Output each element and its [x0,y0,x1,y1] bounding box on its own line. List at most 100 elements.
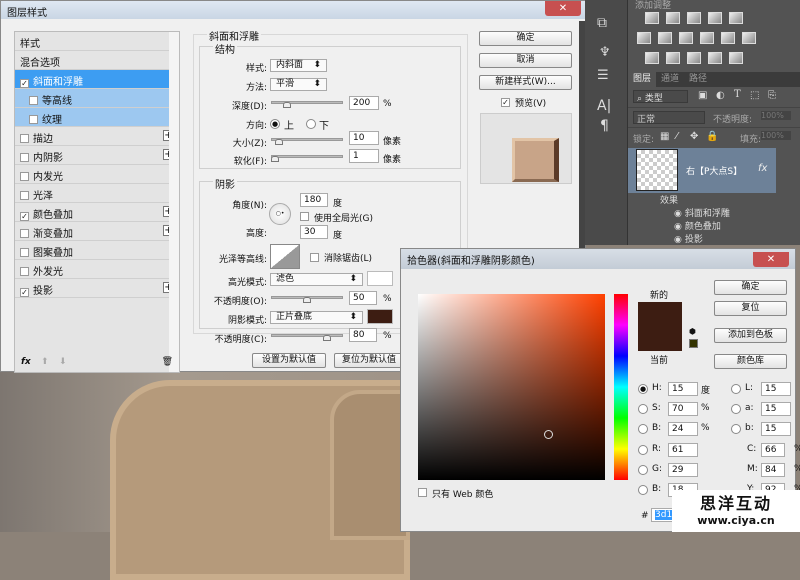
method-select[interactable]: 平滑 ⬍ [270,78,327,91]
color-mode-radio-a[interactable] [731,404,741,414]
style-select[interactable]: 内斜面 ⬍ [270,59,327,72]
tab-0[interactable]: 图层 [628,72,656,87]
field-input-C[interactable]: 66 [761,443,785,457]
field-input-S[interactable]: 70 [668,402,698,416]
adjustment-icon[interactable] [729,52,743,64]
style-checkbox[interactable] [29,96,38,105]
style-checkbox[interactable]: ✓ [20,79,29,88]
altitude-input[interactable]: 30 [300,225,328,239]
style-item[interactable]: ✓颜色叠加+ [15,203,179,222]
layer-name[interactable]: 右【P大点S】 [686,164,742,177]
filter-type-icon[interactable]: T [734,89,741,100]
move-up-icon[interactable]: ⬆ [41,357,49,367]
field-input-Bv[interactable]: 24 [668,422,698,436]
adjustment-icon[interactable] [658,32,672,44]
color-field[interactable] [418,294,605,480]
cancel-button[interactable]: 取消 [479,53,572,68]
list-scrollbar[interactable] [169,32,179,372]
trash-icon[interactable]: 🗑 [162,357,173,367]
tab-2[interactable]: 路径 [684,72,712,87]
opacity-input[interactable]: 100% [761,111,791,120]
shadow-opacity-input[interactable]: 80 [349,328,377,342]
preview-checkbox[interactable]: ✓ [501,98,510,107]
field-input-a[interactable]: 15 [761,402,791,416]
style-item[interactable]: 描边+ [15,127,179,146]
blend-mode-select[interactable]: 正常 [633,111,705,125]
color-mode-radio-R[interactable] [638,445,648,455]
adjustment-icon[interactable] [645,52,659,64]
style-checkbox[interactable] [29,115,38,124]
style-item[interactable]: 内阴影+ [15,146,179,165]
field-input-M[interactable]: 84 [761,463,785,477]
current-color-swatch[interactable] [638,327,682,351]
highlight-mode-select[interactable]: 滤色 ⬍ [270,273,363,286]
style-item[interactable]: 光泽 [15,184,179,203]
color-mode-radio-L[interactable] [731,384,741,394]
lock-all-icon[interactable]: 🔒 [706,131,718,142]
shadow-color-swatch[interactable] [367,309,393,324]
style-checkbox[interactable] [20,172,29,181]
depth-input[interactable]: 200 [349,96,379,110]
styles-header[interactable]: 样式 [15,32,179,51]
style-item[interactable]: 外发光 [15,260,179,279]
shadow-opacity-slider[interactable] [271,334,343,337]
effect-eye-icon[interactable]: ◉ [674,235,682,245]
color-field-cursor[interactable] [544,430,553,439]
effect-item[interactable]: ◉ 投影 [660,232,730,245]
highlight-opacity-input[interactable]: 50 [349,291,377,305]
adjustment-icon[interactable] [679,32,693,44]
style-checkbox[interactable]: ✓ [20,288,29,297]
adjustment-icon[interactable] [687,52,701,64]
adjustment-icon[interactable] [645,12,659,24]
fill-input[interactable]: 100% [761,131,791,140]
antialias-checkbox[interactable] [310,253,319,262]
color-libraries-button[interactable]: 颜色库 [714,354,787,369]
filter-adjustment-icon[interactable]: ◐ [716,90,725,101]
color-mode-radio-Bv[interactable] [638,424,648,434]
effect-eye-icon[interactable]: ◉ [674,222,682,232]
web-safe-color-swatch[interactable] [689,339,698,348]
soften-slider-thumb[interactable] [271,156,279,162]
color-mode-radio-G[interactable] [638,465,648,475]
style-checkbox[interactable] [20,134,29,143]
effect-eye-icon[interactable]: ◉ [674,209,682,219]
add-to-swatches-button[interactable]: 添加到色板 [714,328,787,343]
brush-presets-icon[interactable]: ♆ [599,45,611,60]
filter-smart-object-icon[interactable]: ⎘ [768,90,776,101]
shadow-opacity-thumb[interactable] [323,335,331,341]
adjustment-icon[interactable] [708,12,722,24]
style-checkbox[interactable] [20,267,29,276]
style-item[interactable]: ✓ 斜面和浮雕 [15,70,179,89]
color-mode-radio-b[interactable] [731,424,741,434]
adjustment-icon[interactable] [742,32,756,44]
picker-reset-button[interactable]: 复位 [714,301,787,316]
reset-default-button[interactable]: 复位为默认值 [334,353,404,368]
effect-item[interactable]: ◉ 斜面和浮雕 [660,206,730,219]
field-input-G[interactable]: 29 [668,463,698,477]
adjustment-icon[interactable] [700,32,714,44]
adjustment-icon[interactable] [729,12,743,24]
style-item[interactable]: 图案叠加 [15,241,179,260]
filter-pixel-icon[interactable]: ▣ [698,90,707,101]
highlight-color-swatch[interactable] [367,271,393,286]
style-checkbox[interactable]: ✓ [20,212,29,221]
adjustment-icon[interactable] [687,12,701,24]
effect-item[interactable]: ◉ 颜色叠加 [660,219,730,232]
style-checkbox[interactable] [20,153,29,162]
color-mode-radio-S[interactable] [638,404,648,414]
filter-kind-select[interactable]: ⌕ 类型 [633,90,688,104]
field-input-b[interactable]: 15 [761,422,791,436]
lock-transparent-icon[interactable]: ▦ [660,131,669,142]
field-input-H[interactable]: 15 [668,382,698,396]
adjustment-icon[interactable] [637,32,651,44]
field-input-R[interactable]: 61 [668,443,698,457]
highlight-opacity-thumb[interactable] [303,297,311,303]
tab-1[interactable]: 通道 [656,72,684,87]
hue-slider[interactable] [614,294,628,480]
depth-slider[interactable] [271,101,343,104]
picker-ok-button[interactable]: 确定 [714,280,787,295]
lock-move-icon[interactable]: ✥ [690,131,698,142]
style-checkbox[interactable] [20,191,29,200]
fx-button[interactable]: fx [21,357,31,367]
gamut-warning-icon[interactable]: ⬢ [689,327,696,336]
